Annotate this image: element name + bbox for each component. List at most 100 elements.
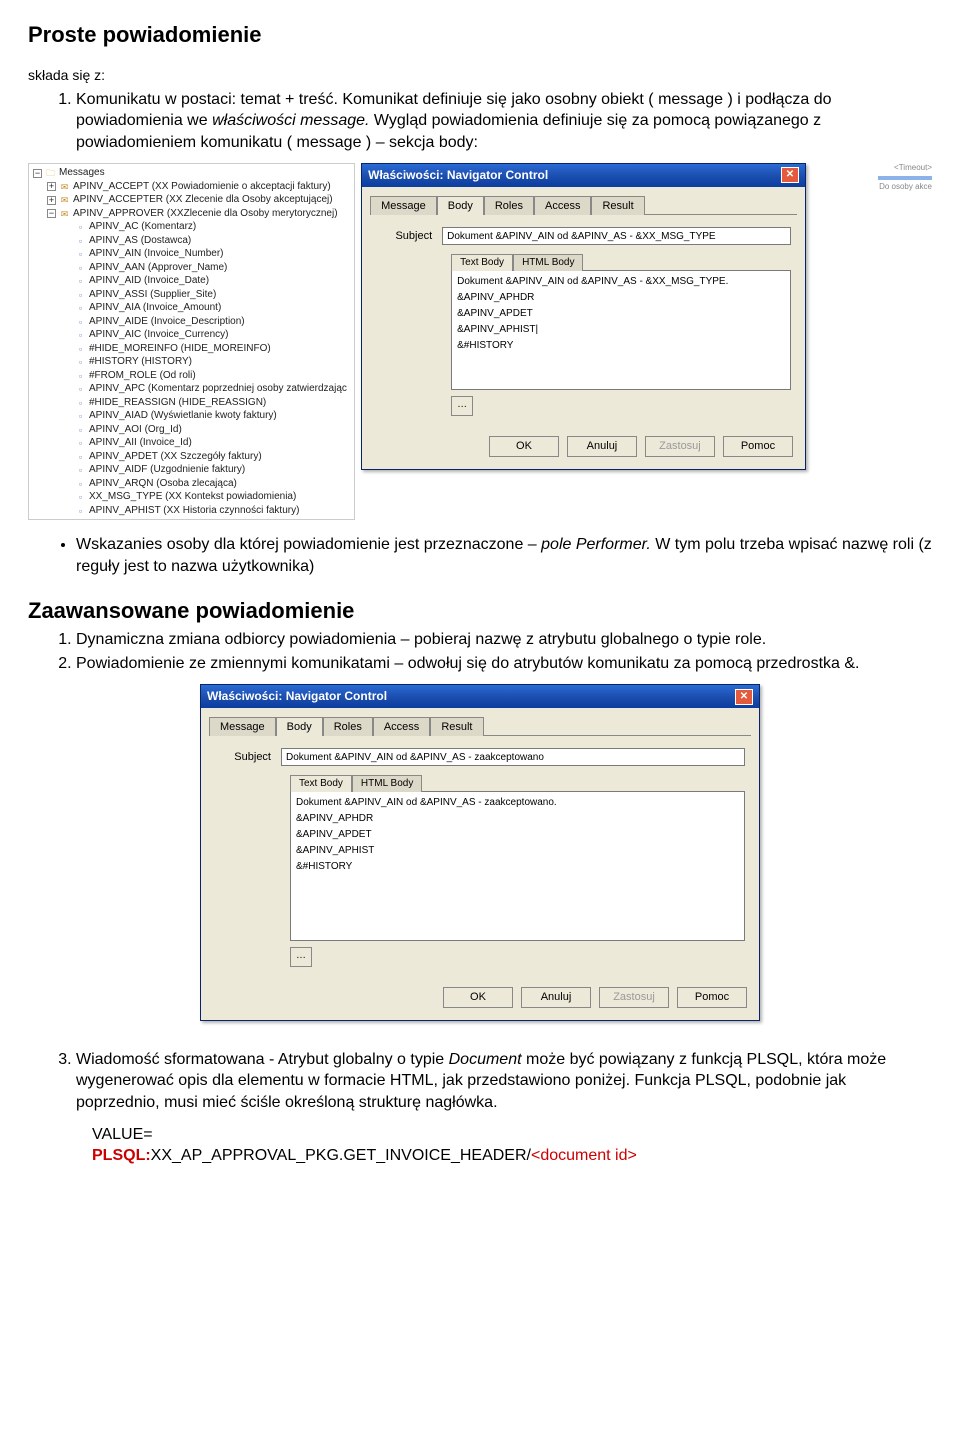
bg-noise: <Timeout> Do osoby akce — [816, 163, 932, 193]
help-button[interactable]: Pomoc — [723, 436, 793, 457]
bullet-it: pole Performer. — [541, 536, 651, 553]
tree-leaf[interactable]: ▫APINV_AS (Dostawca) — [33, 234, 350, 248]
body-textarea[interactable]: Dokument &APINV_AIN od &APINV_AS - zaakc… — [290, 791, 745, 941]
dialog-titlebar[interactable]: Właściwości: Navigator Control ✕ — [362, 164, 805, 186]
line: &APINV_APHIST — [296, 843, 739, 859]
tree-leaf-label: APINV_AIDF (Uzgodnienie faktury) — [89, 463, 245, 477]
attr-icon: ▫ — [75, 289, 86, 300]
tree-leaf[interactable]: ▫APINV_AOI (Org_Id) — [33, 423, 350, 437]
tab-access[interactable]: Access — [373, 717, 430, 737]
line: &#HISTORY — [296, 859, 739, 875]
tree-leaf-label: APINV_APC (Komentarz poprzedniej osoby z… — [89, 382, 347, 396]
tab-result[interactable]: Result — [591, 196, 644, 216]
tree-leaf[interactable]: ▫APINV_AIDF (Uzgodnienie faktury) — [33, 463, 350, 477]
line: &APINV_APHDR — [296, 811, 739, 827]
minus-icon[interactable]: − — [33, 169, 42, 178]
list3-it: Document — [449, 1051, 522, 1068]
minus-icon[interactable]: − — [47, 209, 56, 218]
heading-zaawansowane: Zaawansowane powiadomienie — [28, 596, 932, 626]
list2-item1: Dynamiczna zmiana odbiorcy powiadomienia… — [76, 629, 932, 651]
attr-icon: ▫ — [75, 397, 86, 408]
tab-body[interactable]: Body — [276, 717, 323, 737]
doc-id-placeholder: <document id> — [531, 1147, 637, 1164]
tree-leaf[interactable]: ▫APINV_APDET (XX Szczegóły faktury) — [33, 450, 350, 464]
close-icon[interactable]: ✕ — [735, 689, 753, 705]
bullet-performer: Wskazanies osoby dla której powiadomieni… — [76, 534, 932, 577]
tab-result[interactable]: Result — [430, 717, 483, 737]
subtab-text[interactable]: Text Body — [451, 254, 513, 271]
subtab-html[interactable]: HTML Body — [513, 254, 583, 271]
tree-leaf-label: APINV_AS (Dostawca) — [89, 234, 191, 248]
tree-leaf-label: APINV_AAN (Approver_Name) — [89, 261, 227, 275]
list3-item: Wiadomość sformatowana - Atrybut globaln… — [76, 1049, 932, 1114]
tab-roles[interactable]: Roles — [323, 717, 373, 737]
tree-leaf[interactable]: ▫APINV_ARQN (Osoba zlecająca) — [33, 477, 350, 491]
body-subtabs: Text Body HTML Body — [290, 774, 745, 791]
tab-body[interactable]: Body — [437, 196, 484, 216]
tree-leaf-label: APINV_ASSI (Supplier_Site) — [89, 288, 216, 302]
dialog-1: Właściwości: Navigator Control ✕ Message… — [361, 163, 806, 469]
tree-leaf[interactable]: ▫XX_MSG_TYPE (XX Kontekst powiadomienia) — [33, 490, 350, 504]
tree-l1-1[interactable]: + ✉ APINV_ACCEPTER (XX Zlecenie dla Osob… — [33, 193, 350, 207]
tree-leaf-label: APINV_AIAD (Wyświetlanie kwoty faktury) — [89, 409, 277, 423]
attr-icon: ▫ — [75, 411, 86, 422]
dialog-2: Właściwości: Navigator Control ✕ Message… — [200, 684, 760, 1020]
tree-leaf[interactable]: ▫APINV_AIAD (Wyświetlanie kwoty faktury) — [33, 409, 350, 423]
more-button[interactable]: … — [451, 396, 473, 416]
help-button[interactable]: Pomoc — [677, 987, 747, 1008]
tree-leaf-label: APINV_AIDE (Invoice_Description) — [89, 315, 245, 329]
tree-leaf[interactable]: ▫APINV_APHIST (XX Historia czynności fak… — [33, 504, 350, 518]
tree-leaf-label: #HIDE_REASSIGN (HIDE_REASSIGN) — [89, 396, 266, 410]
cancel-button[interactable]: Anuluj — [567, 436, 637, 457]
tree-leaf[interactable]: ▫APINV_APC (Komentarz poprzedniej osoby … — [33, 382, 350, 396]
tree-l1-2[interactable]: − ✉ APINV_APPROVER (XXZlecenie dla Osoby… — [33, 207, 350, 221]
tab-roles[interactable]: Roles — [484, 196, 534, 216]
tree-leaf[interactable]: ▫#HIDE_MOREINFO (HIDE_MOREINFO) — [33, 342, 350, 356]
subject-label: Subject — [215, 750, 271, 765]
attr-icon: ▫ — [75, 357, 86, 368]
tree-leaf-label: #HIDE_MOREINFO (HIDE_MOREINFO) — [89, 342, 271, 356]
apply-button: Zastosuj — [645, 436, 715, 457]
dialog-title: Właściwości: Navigator Control — [207, 688, 387, 704]
tree-root[interactable]: − 🗀 Messages — [33, 166, 350, 180]
close-icon[interactable]: ✕ — [781, 167, 799, 183]
attr-icon: ▫ — [75, 303, 86, 314]
plus-icon[interactable]: + — [47, 196, 56, 205]
tree-panel: − 🗀 Messages + ✉ APINV_ACCEPT (XX Powiad… — [28, 163, 355, 520]
tree-leaf[interactable]: ▫APINV_AIN (Invoice_Number) — [33, 247, 350, 261]
tree-leaf[interactable]: ▫#FROM_ROLE (Od roli) — [33, 369, 350, 383]
subtab-html[interactable]: HTML Body — [352, 775, 422, 792]
ok-button[interactable]: OK — [443, 987, 513, 1008]
more-button[interactable]: … — [290, 947, 312, 967]
tree-leaf[interactable]: ▫APINV_AIA (Invoice_Amount) — [33, 301, 350, 315]
tab-message[interactable]: Message — [370, 196, 437, 216]
body-textarea[interactable]: Dokument &APINV_AIN od &APINV_AS - &XX_M… — [451, 270, 791, 390]
tree-leaf[interactable]: ▫#HISTORY (HISTORY) — [33, 355, 350, 369]
tree-l1-0[interactable]: + ✉ APINV_ACCEPT (XX Powiadomienie o akc… — [33, 180, 350, 194]
tree-leaf[interactable]: ▫APINV_AID (Invoice_Date) — [33, 274, 350, 288]
dialog-titlebar[interactable]: Właściwości: Navigator Control ✕ — [201, 685, 759, 707]
tree-leaf[interactable]: ▫APINV_AIC (Invoice_Currency) — [33, 328, 350, 342]
ok-button[interactable]: OK — [489, 436, 559, 457]
plus-icon[interactable]: + — [47, 182, 56, 191]
subject-input[interactable] — [281, 748, 745, 766]
tree-leaf[interactable]: ▫APINV_ASSI (Supplier_Site) — [33, 288, 350, 302]
tab-access[interactable]: Access — [534, 196, 591, 216]
value-line1: VALUE= — [92, 1124, 932, 1146]
tree-leaf[interactable]: ▫APINV_AAN (Approver_Name) — [33, 261, 350, 275]
tree-leaf[interactable]: ▫#HIDE_REASSIGN (HIDE_REASSIGN) — [33, 396, 350, 410]
attr-icon: ▫ — [75, 438, 86, 449]
attr-icon: ▫ — [75, 343, 86, 354]
subject-input[interactable] — [442, 227, 791, 245]
tree-label: APINV_ACCEPT (XX Powiadomienie o akcepta… — [73, 180, 331, 194]
tree-leaf[interactable]: ▫APINV_AII (Invoice_Id) — [33, 436, 350, 450]
subtab-text[interactable]: Text Body — [290, 775, 352, 792]
tree-leaf[interactable]: ▫APINV_AIDE (Invoice_Description) — [33, 315, 350, 329]
attr-icon: ▫ — [75, 249, 86, 260]
tree-label: APINV_ACCEPTER (XX Zlecenie dla Osoby ak… — [73, 193, 333, 207]
cancel-button[interactable]: Anuluj — [521, 987, 591, 1008]
tab-message[interactable]: Message — [209, 717, 276, 737]
plsql-path: XX_AP_APPROVAL_PKG.GET_INVOICE_HEADER/ — [151, 1147, 531, 1164]
tree-leaf[interactable]: ▫APINV_AC (Komentarz) — [33, 220, 350, 234]
attr-icon: ▫ — [75, 262, 86, 273]
